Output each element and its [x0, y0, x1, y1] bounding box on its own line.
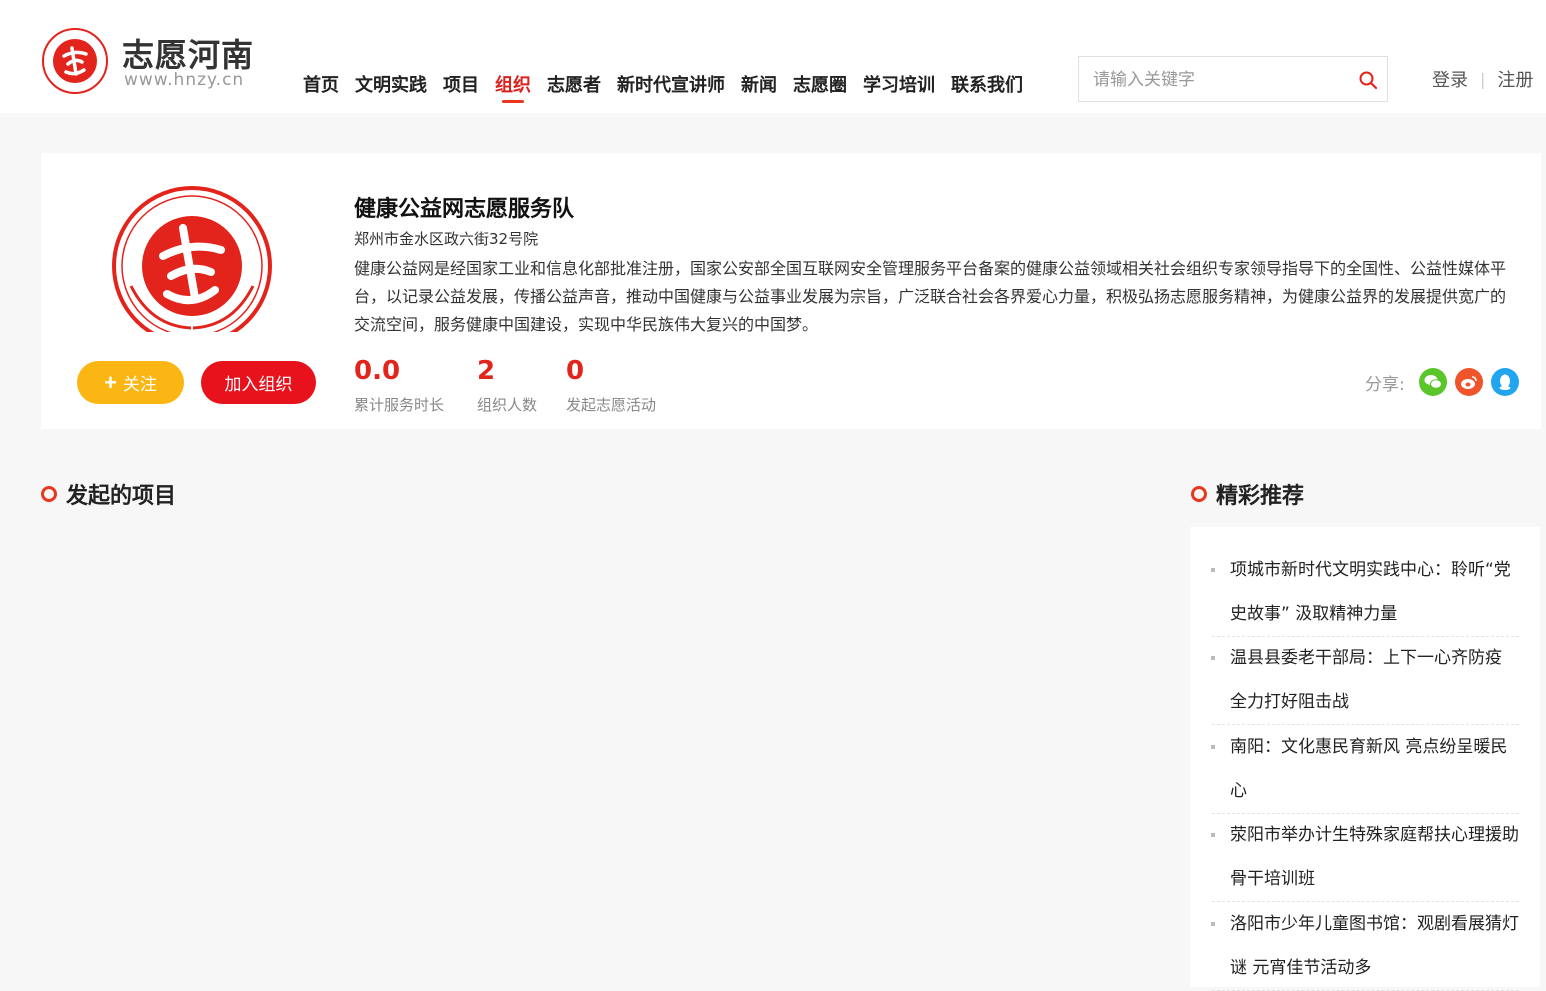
stat-value: 0 [566, 356, 585, 386]
stat-service-hours: 0.0 累计服务时长 [354, 356, 444, 415]
login-link[interactable]: 登录 [1432, 66, 1468, 92]
qq-icon[interactable] [1490, 368, 1519, 396]
stat-label: 累计服务时长 [354, 396, 445, 414]
nav-item-civilization[interactable]: 文明实践 [355, 71, 427, 111]
follow-button[interactable]: + 关注 [77, 361, 184, 404]
join-org-button[interactable]: 加入组织 [201, 361, 316, 404]
nav-item-training[interactable]: 学习培训 [863, 71, 935, 111]
stat-value: 2 [477, 356, 496, 386]
bullet-icon [1211, 656, 1215, 660]
circle-dot-icon [1191, 486, 1207, 502]
projects-title-text: 发起的项目 [66, 484, 177, 509]
bullet-icon [1211, 922, 1215, 926]
auth-divider: | [1480, 69, 1486, 89]
nav-item-projects[interactable]: 项目 [443, 71, 479, 111]
search-input[interactable] [1091, 67, 1345, 93]
weibo-icon[interactable] [1454, 368, 1483, 396]
site-header: 志愿河南 www.hnzy.cn 首页 文明实践 项目 组织 志愿者 新时代宣讲… [0, 0, 1546, 113]
auth-links: 登录 | 注册 [1432, 66, 1533, 92]
bullet-icon [1211, 745, 1215, 749]
org-description: 健康公益网是经国家工业和信息化部批准注册，国家公安部全国互联网安全管理服务平台备… [354, 259, 1507, 334]
stat-activities: 0 发起志愿活动 [566, 356, 656, 415]
org-logo-icon [112, 186, 272, 332]
search-box [1078, 56, 1388, 102]
recommend-item[interactable]: 荥阳市举办计生特殊家庭帮扶心理援助骨干培训班 [1211, 813, 1519, 902]
nav-item-circle[interactable]: 志愿圈 [793, 71, 847, 111]
org-profile-card: 健康公益网志愿服务队 郑州市金水区政六街32号院 健康公益网是经国家工业和信息化… [41, 153, 1541, 429]
nav-item-organizations[interactable]: 组织 [495, 71, 531, 111]
recommend-item[interactable]: 温县县委老干部局：上下一心齐防疫 全力打好阻击战 [1211, 636, 1519, 725]
recommend-title-text: 精彩推荐 [1216, 484, 1305, 509]
site-logo-icon[interactable] [42, 28, 108, 94]
org-name: 健康公益网志愿服务队 [354, 197, 575, 222]
follow-label: 关注 [122, 375, 157, 394]
stat-label: 组织人数 [477, 396, 538, 414]
nav-item-contact[interactable]: 联系我们 [951, 71, 1023, 111]
stat-label: 发起志愿活动 [566, 396, 657, 414]
share-bar: 分享: [1365, 368, 1527, 396]
recommend-item[interactable]: 南阳：文化惠民育新风 亮点纷呈暖民心 [1211, 725, 1519, 814]
recommend-list: 项城市新时代文明实践中心：聆听“党史故事” 汲取精神力量 温县县委老干部局：上下… [1190, 527, 1540, 991]
nav-item-home[interactable]: 首页 [303, 71, 339, 111]
nav-item-volunteers[interactable]: 志愿者 [547, 71, 601, 111]
circle-dot-icon [41, 486, 57, 502]
recommend-item[interactable]: 项城市新时代文明实践中心：聆听“党史故事” 汲取精神力量 [1211, 548, 1519, 637]
stat-member-count: 2 组织人数 [477, 356, 537, 415]
org-address: 郑州市金水区政六街32号院 [354, 230, 539, 248]
bullet-icon [1211, 833, 1215, 837]
wechat-icon[interactable] [1418, 368, 1447, 396]
recommend-section-title: 精彩推荐 [1191, 478, 1304, 510]
nav-item-lecturers[interactable]: 新时代宣讲师 [617, 71, 725, 111]
search-icon[interactable] [1358, 70, 1378, 90]
plus-icon: + [104, 369, 117, 395]
projects-section-title: 发起的项目 [41, 478, 176, 510]
bullet-icon [1211, 568, 1215, 572]
share-label: 分享: [1365, 374, 1405, 395]
site-url: www.hnzy.cn [124, 70, 245, 90]
recommend-item[interactable]: 洛阳市少年儿童图书馆：观剧看展猜灯谜 元宵佳节活动多 [1211, 902, 1519, 991]
register-link[interactable]: 注册 [1497, 66, 1533, 92]
nav-item-news[interactable]: 新闻 [741, 71, 777, 111]
main-nav: 首页 文明实践 项目 组织 志愿者 新时代宣讲师 新闻 志愿圈 学习培训 联系我… [303, 71, 1039, 111]
stat-value: 0.0 [354, 356, 401, 386]
